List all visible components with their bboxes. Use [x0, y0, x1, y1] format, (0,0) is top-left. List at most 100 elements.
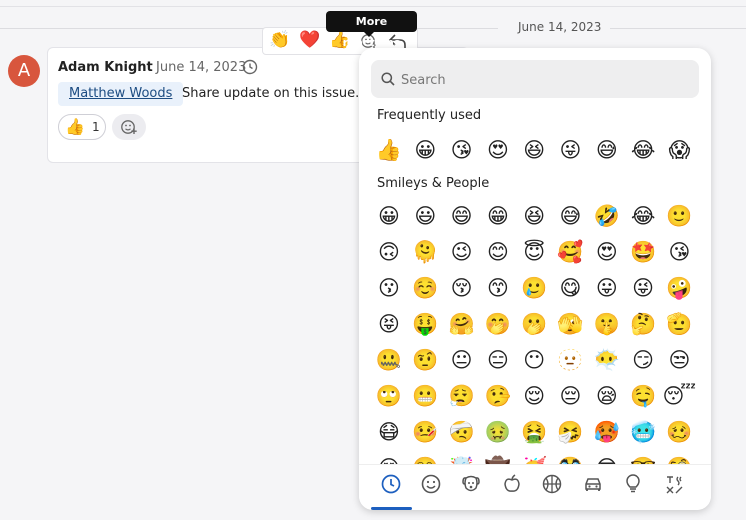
- smileys-emoji[interactable]: 🥰: [553, 234, 589, 270]
- object-icon[interactable]: [618, 473, 648, 503]
- smileys-emoji[interactable]: ☺️: [407, 270, 443, 306]
- smileys-emoji[interactable]: 🤧: [553, 414, 589, 450]
- search-input[interactable]: [399, 60, 693, 100]
- smileys-emoji[interactable]: 😪: [589, 378, 625, 414]
- quick-reaction-clap[interactable]: 👏: [269, 30, 290, 50]
- smileys-emoji[interactable]: 😙: [480, 270, 516, 306]
- smileys-emoji[interactable]: 🙃: [371, 234, 407, 270]
- frequent-emoji[interactable]: 😘: [444, 132, 480, 168]
- smileys-emoji[interactable]: 🤐: [371, 342, 407, 378]
- mention-link[interactable]: Matthew Woods: [58, 82, 184, 106]
- smileys-emoji[interactable]: 🤥: [480, 378, 516, 414]
- reaction-count: 1: [92, 120, 100, 134]
- avatar[interactable]: A: [8, 55, 40, 87]
- smileys-emoji[interactable]: 😌: [516, 378, 552, 414]
- frequent-emoji[interactable]: 👍: [371, 132, 407, 168]
- top-rule: [0, 6, 746, 7]
- smileys-emoji[interactable]: 🤒: [407, 414, 443, 450]
- frequent-emoji[interactable]: 😀: [407, 132, 443, 168]
- thumbs-up-icon: 👍: [65, 117, 85, 136]
- frequent-emoji[interactable]: 😍: [480, 132, 516, 168]
- divider-line-right: [610, 28, 746, 29]
- search-box[interactable]: [371, 60, 699, 100]
- section-title-frequent: Frequently used: [377, 108, 482, 123]
- message-author[interactable]: Adam Knight: [58, 60, 153, 75]
- add-reaction-button[interactable]: [112, 114, 146, 140]
- frequent-emoji[interactable]: 😂: [625, 132, 661, 168]
- smileys-emoji[interactable]: 😴: [661, 378, 697, 414]
- smileys-emoji[interactable]: 😁: [480, 198, 516, 234]
- animal-icon[interactable]: [456, 473, 486, 503]
- sport-icon[interactable]: [537, 473, 567, 503]
- smileys-emoji[interactable]: 😬: [407, 378, 443, 414]
- smileys-emoji[interactable]: 😐: [444, 342, 480, 378]
- smileys-emoji[interactable]: 🙂: [661, 198, 697, 234]
- message-text: Share update on this issue.: [182, 86, 360, 101]
- smileys-emoji[interactable]: 😮‍💨: [444, 378, 480, 414]
- quick-reaction-heart[interactable]: ❤️: [299, 30, 320, 50]
- smileys-emoji[interactable]: 😆: [516, 198, 552, 234]
- smileys-emoji[interactable]: 😔: [553, 378, 589, 414]
- smileys-emoji[interactable]: 🤗: [444, 306, 480, 342]
- smileys-emoji[interactable]: 🙄: [371, 378, 407, 414]
- smileys-emoji[interactable]: 🤣: [589, 198, 625, 234]
- smileys-emoji[interactable]: 🤩: [625, 234, 661, 270]
- smileys-emoji[interactable]: 😊: [480, 234, 516, 270]
- smileys-emoji[interactable]: 🤢: [480, 414, 516, 450]
- smileys-emoji[interactable]: 😚: [444, 270, 480, 306]
- smileys-emoji[interactable]: 😜: [625, 270, 661, 306]
- smileys-emoji[interactable]: 🫠: [407, 234, 443, 270]
- emoji-picker: Frequently used 👍😀😘😍😆😜😅😂😱 Smileys & Peop…: [359, 48, 711, 510]
- smileys-emoji[interactable]: 🤫: [589, 306, 625, 342]
- smileys-emoji[interactable]: 🥲: [516, 270, 552, 306]
- smileys-emoji[interactable]: 🫣: [553, 306, 589, 342]
- smileys-emoji[interactable]: 😄: [444, 198, 480, 234]
- smileys-emoji[interactable]: 🤮: [516, 414, 552, 450]
- frequent-emoji[interactable]: 😱: [661, 132, 697, 168]
- smileys-emoji[interactable]: 🤑: [407, 306, 443, 342]
- clock-icon: [242, 59, 258, 75]
- smileys-emoji[interactable]: 🤨: [407, 342, 443, 378]
- section-title-smileys: Smileys & People: [377, 176, 490, 191]
- smileys-emoji[interactable]: 🫡: [661, 306, 697, 342]
- more-reactions-tooltip: More reactions: [326, 11, 417, 49]
- divider-date: June 14, 2023: [518, 20, 602, 34]
- recent-icon[interactable]: [376, 473, 406, 503]
- smileys-emoji[interactable]: 🥴: [661, 414, 697, 450]
- smileys-emoji[interactable]: 🥵: [589, 414, 625, 450]
- smileys-emoji[interactable]: 😀: [371, 198, 407, 234]
- symbol-icon[interactable]: [659, 473, 689, 503]
- smiley-icon[interactable]: [416, 473, 446, 503]
- smileys-emoji[interactable]: 🤕: [444, 414, 480, 450]
- smileys-emoji[interactable]: 😘: [661, 234, 697, 270]
- frequent-emoji[interactable]: 😜: [553, 132, 589, 168]
- smileys-emoji[interactable]: 🤔: [625, 306, 661, 342]
- smileys-emoji[interactable]: 🫢: [516, 306, 552, 342]
- smileys-emoji[interactable]: 🫥: [553, 342, 589, 378]
- frequent-emoji[interactable]: 😅: [589, 132, 625, 168]
- smileys-emoji[interactable]: 😑: [480, 342, 516, 378]
- smileys-emoji[interactable]: 😇: [516, 234, 552, 270]
- smileys-emoji[interactable]: 😏: [625, 342, 661, 378]
- smileys-emoji[interactable]: 😶‍🌫️: [589, 342, 625, 378]
- smileys-emoji[interactable]: 😛: [589, 270, 625, 306]
- smileys-emoji[interactable]: 😅: [553, 198, 589, 234]
- smileys-emoji[interactable]: 😂: [625, 198, 661, 234]
- smileys-emoji[interactable]: 😋: [553, 270, 589, 306]
- smileys-emoji[interactable]: 😉: [444, 234, 480, 270]
- smileys-emoji[interactable]: 😃: [407, 198, 443, 234]
- smileys-emoji[interactable]: 🤤: [625, 378, 661, 414]
- food-icon[interactable]: [497, 473, 527, 503]
- smileys-emoji[interactable]: 😝: [371, 306, 407, 342]
- smileys-emoji[interactable]: 😍: [589, 234, 625, 270]
- smileys-emoji[interactable]: 😷: [371, 414, 407, 450]
- smileys-emoji[interactable]: 😗: [371, 270, 407, 306]
- reaction-thumbs-up[interactable]: 👍 1: [58, 114, 106, 140]
- frequent-emoji[interactable]: 😆: [516, 132, 552, 168]
- travel-icon[interactable]: [578, 473, 608, 503]
- smileys-emoji[interactable]: 🥶: [625, 414, 661, 450]
- smileys-emoji[interactable]: 😶: [516, 342, 552, 378]
- smileys-emoji[interactable]: 😒: [661, 342, 697, 378]
- smileys-emoji[interactable]: 🤭: [480, 306, 516, 342]
- smileys-emoji[interactable]: 🤪: [661, 270, 697, 306]
